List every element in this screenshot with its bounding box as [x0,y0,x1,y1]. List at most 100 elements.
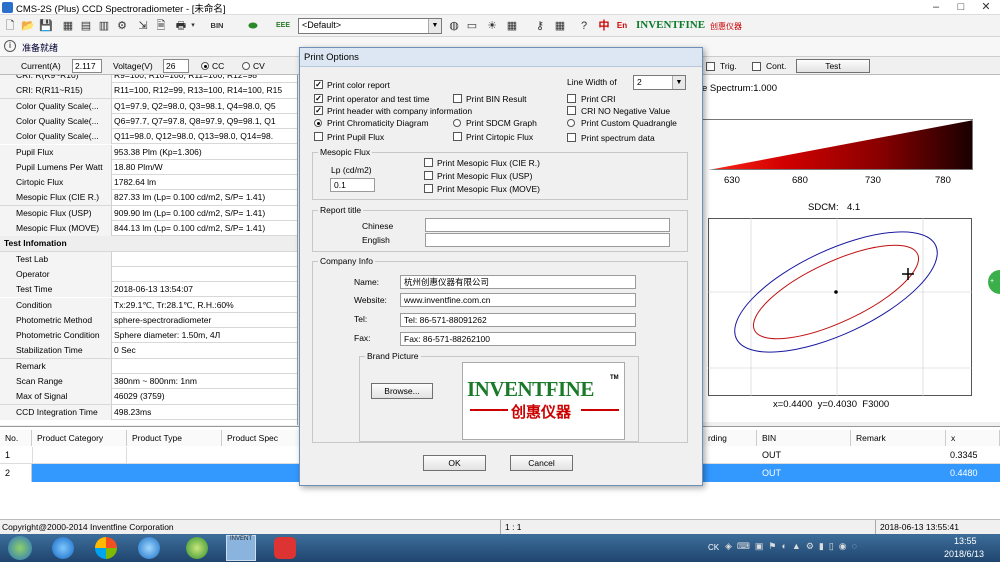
tray-icons[interactable]: ◈⌨▣⚑◐▲⚙▮▯◉◌ [725,541,862,552]
export-icon[interactable]: ⇲ [135,18,151,34]
spectrum-data-checkbox[interactable] [567,133,576,142]
ie-icon[interactable] [52,537,74,559]
grid-section-header[interactable]: Test Infomation [0,236,297,252]
custom-quadrangle-radio[interactable] [567,119,575,127]
voltage-input[interactable]: 26 [163,59,189,73]
column-header-type[interactable]: Product Type [127,430,222,446]
column-header-bin[interactable]: BIN [757,430,851,446]
browse-button[interactable]: Browse... [371,383,433,399]
monitor-icon[interactable]: ▭ [464,18,480,34]
chromaticity-radio[interactable] [314,119,322,127]
current-input[interactable]: 2.117 [72,59,102,73]
grid-row[interactable]: Pupil Lumens Per Watt 18.80 Plm/W [0,159,297,176]
ie-icon[interactable] [138,537,160,559]
grid-row[interactable]: Test Time 2018-06-13 13:54:07 [0,282,297,298]
cirtopic-flux-checkbox[interactable] [453,132,462,141]
test-button[interactable]: Test [796,59,870,73]
sdcm-graph-radio[interactable] [453,119,461,127]
light-icon[interactable]: ☀ [484,18,500,34]
grid-row[interactable]: Operator [0,266,297,283]
maximize-icon[interactable]: □ [949,0,973,15]
new-file-icon[interactable]: 🗋 [2,18,18,34]
bin-result-checkbox[interactable] [453,94,462,103]
column-header-remark[interactable]: Remark [851,430,946,446]
column-header-recording[interactable]: rding [703,430,757,446]
tel-input[interactable]: Tel: 86-571-88091262 [400,313,636,327]
english-button[interactable]: En [614,18,630,34]
grid-row[interactable]: Condition Tx:29.1℃, Tr:28.1℃, R.H.:60% [0,297,297,313]
company-name-input[interactable]: 杭州创惠仪器有限公司 [400,275,636,289]
fax-input[interactable]: Fax: 86-571-88262100 [400,332,636,346]
chevron-down-icon[interactable]: ▾ [188,18,198,34]
print-icon[interactable]: 🖶 [173,18,189,34]
cont-checkbox[interactable] [752,62,761,71]
ok-button[interactable]: OK [423,455,486,471]
pupil-flux-checkbox[interactable] [314,132,323,141]
grid-row[interactable]: Stabilization Time 0 Sec [0,343,297,359]
bin-button[interactable]: BIN [208,18,226,34]
color-report-checkbox[interactable]: ✓ [314,80,323,89]
globe-icon[interactable]: ◍ [446,18,462,34]
lp-input[interactable]: 0.1 [330,178,375,192]
grid-row[interactable]: Photometric Method sphere-spectroradiomet… [0,312,297,329]
column-header-x[interactable]: x [946,430,1000,446]
table-icon[interactable]: ▤ [78,18,94,34]
app-icon[interactable] [274,537,296,559]
cancel-button[interactable]: Cancel [510,455,573,471]
cc-radio[interactable] [201,62,209,70]
key-icon[interactable]: ⚷ [532,18,548,34]
input-language[interactable]: CK [708,543,719,552]
website-input[interactable]: www.inventfine.com.cn [400,293,636,307]
english-title-input[interactable] [425,233,670,247]
profile-select[interactable]: <Default> ▼ [298,18,442,34]
start-icon[interactable] [8,536,32,560]
open-folder-icon[interactable]: 📂 [20,18,36,34]
column-header-spec[interactable]: Product Spec [222,430,300,446]
mesopic-cie-checkbox[interactable] [424,158,433,167]
column-header-category[interactable]: Product Category [32,430,127,446]
media-player-icon[interactable] [186,537,208,559]
grid-row[interactable]: Color Quality Scale(... Q11=98.0, Q12=98.… [0,129,297,145]
inventfine-app-button[interactable]: INVENT [226,535,256,561]
cv-radio[interactable] [242,62,250,70]
grid-row[interactable]: Color Quality Scale(... Q1=97.9, Q2=98.0,… [0,98,297,114]
windows-media-icon[interactable] [95,537,117,559]
chinese-title-input[interactable] [425,218,670,232]
column-header-no[interactable]: No. [0,430,32,446]
minimize-icon[interactable]: – [924,0,948,15]
calibrate-icon[interactable]: ⬬ [245,18,261,34]
print-cri-checkbox[interactable] [567,94,576,103]
chinese-button[interactable]: 中 [596,18,612,34]
help-icon[interactable]: ? [576,18,592,34]
trig-checkbox[interactable] [706,62,715,71]
grid-row[interactable]: Test Lab [0,251,297,267]
grid-row[interactable]: Pupil Flux 953.38 Plm (Kp=1.306) [0,144,297,160]
cri-no-negative-checkbox[interactable] [567,106,576,115]
operator-time-checkbox[interactable]: ✓ [314,94,323,103]
line-width-select[interactable]: 2 ▼ [633,75,686,90]
save-icon[interactable]: 💾 [38,18,54,34]
grid-row[interactable]: Mesopic Flux (USP) 909.90 lm (Lp= 0.100 c… [0,205,297,221]
grid-row[interactable]: Remark [0,358,297,374]
eee-button[interactable]: EEE [274,18,292,34]
report-icon[interactable]: ▥ [96,18,112,34]
grid-row[interactable]: Max of Signal 46029 (3759) [0,389,297,405]
document-icon[interactable]: 🗎 [153,18,169,34]
grid-row[interactable]: Photometric Condition Sphere diameter: 1.… [0,328,297,344]
grid-row[interactable]: CRI: R(R9~R10) R9=100, R10=100, R11=100, … [0,75,297,84]
header-company-checkbox[interactable]: ✓ [314,106,323,115]
mesopic-usp-checkbox[interactable] [424,171,433,180]
close-icon[interactable]: ✕ [974,0,998,15]
mesopic-move-checkbox[interactable] [424,184,433,193]
grid-row[interactable]: CCD Integration Time 498.23ms [0,404,297,420]
grid-row[interactable]: Mesopic Flux (CIE R.) 827.33 lm (Lp= 0.10… [0,190,297,206]
grid-icon[interactable]: ▦ [552,18,568,34]
grid-row[interactable]: CRI: R(R11~R15) R11=100, R12=99, R13=100,… [0,83,297,99]
grid-row[interactable]: Scan Range 380nm ~ 800nm: 1nm [0,374,297,390]
grid-row[interactable]: Mesopic Flux (MOVE) 844.13 lm (Lp= 0.100 … [0,221,297,237]
grid-row[interactable]: Color Quality Scale(... Q6=97.7, Q7=97.8,… [0,113,297,130]
spectrum-icon[interactable]: ▦ [60,18,76,34]
grid-row[interactable]: Cirtopic Flux 1782.64 lm [0,175,297,191]
settings-icon[interactable]: ⚙ [114,18,130,34]
calendar-icon[interactable]: ▦ [504,18,520,34]
